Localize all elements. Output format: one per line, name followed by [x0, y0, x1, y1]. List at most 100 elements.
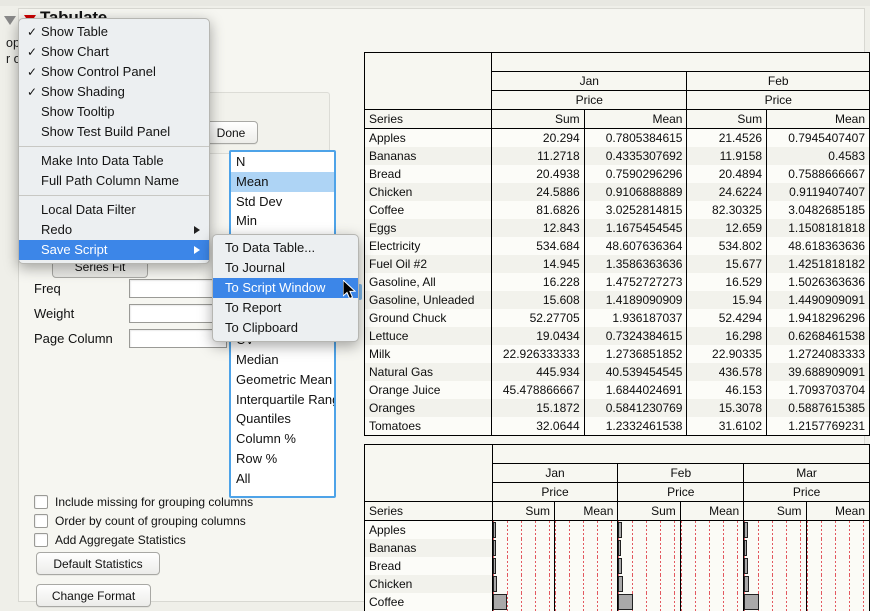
table-row[interactable]: Bread — [364, 557, 870, 575]
checkbox-icon[interactable] — [34, 533, 48, 547]
table-row[interactable]: Gasoline, All 16.228 1.4752727273 16.529 1.5… — [363, 273, 870, 291]
menu-separator — [19, 146, 209, 147]
table-cell-value: 1.2724083333 — [766, 345, 870, 363]
menu-item-label: Redo — [41, 222, 73, 237]
table-row[interactable]: Chicken 24.5886 0.9106888889 24.6224 0.91194… — [363, 183, 870, 201]
table-row[interactable]: Fuel Oil #2 14.945 1.3586363636 15.677 1.425… — [363, 255, 870, 273]
menu-item-show-shading[interactable]: Show Shading — [19, 82, 209, 102]
chart-gridlines — [493, 575, 554, 593]
table-cell-value: 0.5887615385 — [766, 399, 870, 417]
table-cell-value: 3.0252814815 — [583, 201, 687, 219]
outline-disclosure-triangle-icon[interactable] — [4, 16, 16, 25]
table-row-label: Coffee — [363, 201, 492, 219]
menu-item-save-script[interactable]: Save Script — [19, 240, 209, 260]
statistics-list-item[interactable]: Column % — [231, 429, 334, 449]
row-header-label: Series — [363, 109, 492, 129]
table-cell-value: 1.2157769231 — [766, 417, 870, 436]
menu-item-redo[interactable]: Redo — [19, 220, 209, 240]
menu-item-show-chart[interactable]: Show Chart — [19, 42, 209, 62]
column-header-stat: Sum — [686, 109, 767, 129]
statistics-list-item[interactable]: Std Dev — [231, 192, 334, 212]
table-cell-value: 45.478866667 — [491, 381, 585, 399]
chart-gridlines — [493, 539, 554, 557]
submenu-item-to-report[interactable]: To Report — [213, 298, 358, 318]
statistics-list-item[interactable]: All — [231, 469, 334, 489]
table-cell-value: 1.6844024691 — [583, 381, 687, 399]
submenu-item-to-clipboard[interactable]: To Clipboard — [213, 318, 358, 338]
menu-item-full-path-column-name[interactable]: Full Path Column Name — [19, 171, 209, 191]
table-row[interactable]: Apples — [364, 520, 870, 539]
chart-cell — [491, 557, 555, 575]
chart-cell — [553, 520, 618, 539]
chart-gridlines — [807, 575, 869, 593]
statistics-list-item[interactable]: Interquartile Range — [231, 390, 334, 410]
statistics-list-item[interactable]: Geometric Mean — [231, 370, 334, 390]
chart-cell — [617, 520, 681, 539]
menu-item-show-tooltip[interactable]: Show Tooltip — [19, 102, 209, 122]
table-row[interactable]: Gasoline, Unleaded 15.608 1.4189090909 15.9… — [363, 291, 870, 309]
menu-item-show-table[interactable]: Show Table — [19, 22, 209, 42]
table-row-label: Bread — [363, 165, 492, 183]
statistics-list-item[interactable]: Min — [231, 211, 334, 231]
menu-item-show-test-build-panel[interactable]: Show Test Build Panel — [19, 122, 209, 142]
table-row[interactable]: Chicken — [364, 575, 870, 593]
checkbox-include-missing[interactable]: Include missing for grouping columns — [34, 495, 253, 509]
table-cell-value: 1.9418296296 — [766, 309, 870, 327]
statistics-list-item[interactable]: Mean — [231, 171, 334, 192]
table-row[interactable]: Apples 20.294 0.7805384615 21.4526 0.7945407… — [363, 128, 870, 147]
table-row[interactable]: Bananas 11.2718 0.4335307692 11.9158 0.4583 — [363, 147, 870, 165]
table-row[interactable]: Bananas — [364, 539, 870, 557]
submenu-item-to-journal[interactable]: To Journal — [213, 258, 358, 278]
chart-gridlines — [618, 539, 680, 557]
statistics-list-item[interactable]: Median — [231, 350, 334, 370]
table-row[interactable]: Electricity 534.684 48.607636364 534.802 48.… — [363, 237, 870, 255]
table-row[interactable]: Ground Chuck 52.27705 1.936187037 52.4294 1.… — [363, 309, 870, 327]
menu-separator — [19, 195, 209, 196]
chart-gridlines — [681, 521, 744, 539]
chart-cell — [617, 557, 681, 575]
checkbox-icon[interactable] — [34, 514, 48, 528]
table-cell-value: 436.578 — [686, 363, 767, 381]
menu-item-local-data-filter[interactable]: Local Data Filter — [19, 200, 209, 220]
table-row[interactable]: Coffee 81.6826 3.0252814815 82.30325 3.04826… — [363, 201, 870, 219]
statistics-list-item[interactable]: Quantiles — [231, 409, 334, 429]
chart-cell — [553, 593, 618, 611]
table-row[interactable]: Coffee — [364, 593, 870, 611]
table-cell-value: 20.4938 — [491, 165, 585, 183]
statistics-list-item[interactable]: N — [231, 152, 334, 172]
chart-gridlines — [618, 521, 680, 539]
table-row-label: Tomatoes — [363, 417, 492, 436]
save-script-submenu[interactable]: To Data Table... To Journal To Script Wind… — [212, 234, 359, 342]
table-row[interactable]: Milk 22.926333333 1.2736851852 22.90335 1.27… — [363, 345, 870, 363]
table-cell-value: 445.934 — [491, 363, 585, 381]
statistics-list-item[interactable]: Row % — [231, 449, 334, 469]
submenu-item-to-script-window[interactable]: To Script Window — [213, 278, 358, 298]
table-row[interactable]: Natural Gas 445.934 40.539454545 436.578 39.… — [363, 363, 870, 381]
table-row[interactable]: Orange Juice 45.478866667 1.6844024691 46.1… — [363, 381, 870, 399]
checkbox-icon[interactable] — [34, 495, 48, 509]
checkbox-add-aggregate-statistics[interactable]: Add Aggregate Statistics — [34, 533, 186, 547]
done-button[interactable]: Done — [204, 121, 258, 144]
default-statistics-button[interactable]: Default Statistics — [36, 552, 160, 575]
table-cell-value: 3.0482685185 — [766, 201, 870, 219]
table-row[interactable]: Eggs 12.843 1.1675454545 12.659 1.1508181818 — [363, 219, 870, 237]
table-cell-value: 48.618363636 — [766, 237, 870, 255]
red-triangle-context-menu[interactable]: Show Table Show Chart Show Control Panel Sh… — [18, 18, 210, 264]
menu-item-show-control-panel[interactable]: Show Control Panel — [19, 62, 209, 82]
table-row[interactable]: Tomatoes 32.0644 1.2332461538 31.6102 1.2157… — [363, 417, 870, 436]
table-row[interactable]: Bread 20.4938 0.7590296296 20.4894 0.7588666… — [363, 165, 870, 183]
tabulate-chart-table-bottom: Jan Feb Mar Price Price Price Series Sum Mean Sum… — [364, 444, 870, 611]
table-cell-value: 1.1508181818 — [766, 219, 870, 237]
table-row[interactable]: Lettuce 19.0434 0.7324384615 16.298 0.626846… — [363, 327, 870, 345]
table-cell-value: 15.3078 — [686, 399, 767, 417]
column-header-stat: Sum — [491, 109, 585, 129]
table-row[interactable]: Oranges 15.1872 0.5841230769 15.3078 0.58876… — [363, 399, 870, 417]
checkbox-order-by-count[interactable]: Order by count of grouping columns — [34, 514, 246, 528]
table-cell-value: 1.3586363636 — [583, 255, 687, 273]
submenu-item-to-data-table[interactable]: To Data Table... — [213, 238, 358, 258]
menu-item-make-into-data-table[interactable]: Make Into Data Table — [19, 151, 209, 171]
table-cell-value: 1.1675454545 — [583, 219, 687, 237]
change-format-button[interactable]: Change Format — [36, 584, 151, 607]
table-cell-value: 12.843 — [491, 219, 585, 237]
chart-cell — [679, 593, 744, 611]
